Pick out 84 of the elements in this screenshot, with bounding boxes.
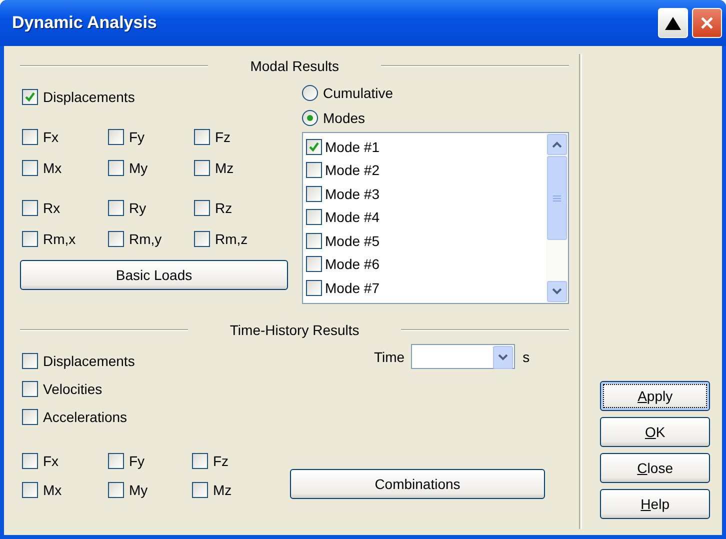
checkbox[interactable] <box>22 231 38 247</box>
list-item[interactable]: Mode #5 <box>325 232 380 249</box>
close-button[interactable] <box>692 8 722 38</box>
checkbox[interactable] <box>306 280 322 296</box>
checkbox-label: Rz <box>215 200 232 216</box>
checkbox-label: Ry <box>129 200 146 216</box>
list-item[interactable]: Mode #1 <box>325 138 380 155</box>
checkbox[interactable] <box>306 209 322 226</box>
triangle-up-icon <box>665 16 681 30</box>
scroll-up-icon[interactable] <box>552 141 562 148</box>
checkbox[interactable] <box>108 482 124 498</box>
checkbox-label: Mz <box>213 482 232 498</box>
checkbox-label: Fx <box>43 453 59 469</box>
checkbox[interactable] <box>192 453 208 469</box>
checkbox-label: Fy <box>129 453 145 469</box>
dialog-button[interactable]: Close <box>600 453 710 483</box>
checkbox-label: Mz <box>215 160 234 176</box>
checkbox-label: Velocities <box>43 381 102 397</box>
checkbox[interactable] <box>194 231 210 247</box>
checkbox-label: Mx <box>43 160 62 176</box>
scroll-down-icon[interactable] <box>498 354 508 361</box>
checkbox-label: Rm,z <box>215 231 248 247</box>
grip-icon <box>553 194 562 202</box>
checkbox[interactable] <box>22 353 38 369</box>
checkbox-label: Displacements <box>43 353 135 369</box>
radio-button[interactable] <box>302 84 318 100</box>
checkbox[interactable] <box>22 200 38 216</box>
section-title: Modal Results <box>250 58 339 74</box>
list-item[interactable]: Mode #3 <box>325 186 380 202</box>
checkbox-label: Fz <box>213 453 229 469</box>
checkbox-label: Fx <box>43 129 59 145</box>
combinations-button[interactable]: Combinations <box>290 469 545 499</box>
checkbox-label: My <box>129 160 148 176</box>
checkbox[interactable] <box>22 409 38 425</box>
time-dropdown[interactable] <box>410 344 515 369</box>
checkbox[interactable] <box>22 89 38 105</box>
checkbox[interactable] <box>22 453 38 469</box>
list-item[interactable]: Mode #4 <box>325 209 380 226</box>
dialog-button[interactable]: Apply <box>600 381 710 411</box>
section-title: Time-History Results <box>230 322 360 338</box>
checkbox[interactable] <box>108 129 124 145</box>
collapse-button[interactable] <box>658 8 688 38</box>
scrollbar[interactable] <box>546 133 568 303</box>
radio-button[interactable] <box>302 110 318 126</box>
checkbox[interactable] <box>22 160 38 176</box>
unit-label: s <box>522 348 530 364</box>
dialog-button[interactable]: Help <box>600 489 710 519</box>
modes-list[interactable]: Mode #1 Mode #2 Mode #3 Mode #4 Mode #5 Mode #6 Mode #7 <box>302 132 570 304</box>
checkbox[interactable] <box>108 453 124 469</box>
checkbox[interactable] <box>192 482 208 498</box>
time-label: Time <box>374 348 405 364</box>
checkbox-label: Fz <box>215 129 231 145</box>
checkbox[interactable] <box>108 231 124 247</box>
checkbox[interactable] <box>22 482 38 498</box>
checkbox-label: Rx <box>43 200 60 216</box>
checkbox[interactable] <box>306 186 322 202</box>
checkbox[interactable] <box>22 129 38 145</box>
scroll-down-icon[interactable] <box>552 288 562 295</box>
checkbox-label: Mx <box>43 482 62 498</box>
checkbox-label: Rm,x <box>43 231 76 247</box>
checkbox[interactable] <box>194 200 210 216</box>
list-item[interactable]: Mode #7 <box>325 280 380 296</box>
checkbox[interactable] <box>22 381 38 397</box>
basic-loads-button[interactable]: Basic Loads <box>20 260 288 290</box>
checkbox[interactable] <box>306 232 322 249</box>
checkbox-label: My <box>129 482 148 498</box>
radio-label: Cumulative <box>323 84 394 100</box>
close-icon <box>700 16 714 30</box>
radio-label: Modes <box>323 110 366 126</box>
dialog-button[interactable]: OK <box>600 417 710 447</box>
checkbox[interactable] <box>306 162 322 178</box>
checkbox[interactable] <box>108 200 124 216</box>
checkbox[interactable] <box>306 256 322 272</box>
list-item[interactable]: Mode #2 <box>325 162 380 178</box>
list-item[interactable]: Mode #6 <box>325 256 380 272</box>
checkbox[interactable] <box>306 138 322 155</box>
window-title: Dynamic Analysis <box>11 13 158 33</box>
checkbox[interactable] <box>194 129 210 145</box>
checkbox-label: Displacements <box>43 89 135 105</box>
checkbox-label: Rm,y <box>129 231 162 247</box>
checkbox[interactable] <box>108 160 124 176</box>
checkbox-label: Fy <box>129 129 145 145</box>
checkbox-label: Accelerations <box>43 409 128 425</box>
checkbox[interactable] <box>194 160 210 176</box>
